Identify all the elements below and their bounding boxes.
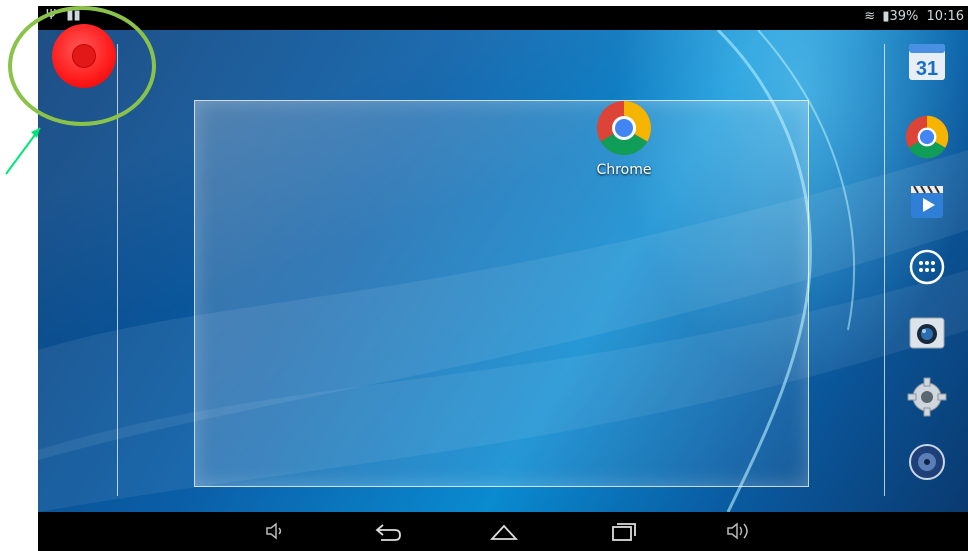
dock-chrome[interactable] <box>905 115 949 159</box>
status-right: ≋ ▮39% 10:16 <box>864 9 964 24</box>
home-icon[interactable] <box>489 520 519 542</box>
wifi-icon: ≋ <box>864 9 876 24</box>
dock-music[interactable] <box>905 440 949 484</box>
status-bar: Ψ ▮▮ ≋ ▮39% 10:16 <box>38 6 968 30</box>
dock-camera[interactable] <box>905 310 949 354</box>
chrome-label: Chrome <box>596 162 652 178</box>
volume-up-icon[interactable] <box>724 520 754 542</box>
chrome-icon <box>597 100 651 156</box>
wallpaper: Chrome 31 <box>38 30 968 512</box>
dock-settings[interactable] <box>905 375 949 419</box>
clock: 10:16 <box>926 9 964 24</box>
right-divider <box>884 44 885 496</box>
settings-icon <box>907 377 947 417</box>
calendar-date: 31 <box>916 58 938 80</box>
dock-play-movies[interactable] <box>905 180 949 224</box>
chrome-icon <box>905 115 949 159</box>
home-app-chrome[interactable]: Chrome <box>590 100 658 178</box>
volume-down-icon[interactable] <box>261 520 291 542</box>
dock-app-drawer[interactable] <box>905 245 949 289</box>
highlight-circle <box>8 6 156 126</box>
pointer-arrow-icon <box>5 127 41 175</box>
play-movies-icon <box>911 185 943 218</box>
back-icon[interactable] <box>373 520 403 542</box>
widget-panel <box>194 100 809 487</box>
music-icon <box>909 444 945 480</box>
calendar-icon: 31 <box>909 44 945 80</box>
app-drawer-icon <box>909 249 945 285</box>
battery-percent: 39% <box>889 9 919 24</box>
navigation-bar <box>38 512 968 551</box>
dock-calendar[interactable]: 31 <box>905 40 949 84</box>
recents-icon[interactable] <box>608 520 638 542</box>
camera-icon <box>909 317 945 349</box>
tablet-screen: Chrome 31 Ψ ▮▮ ≋ ▮39% 10:16 <box>38 6 968 551</box>
